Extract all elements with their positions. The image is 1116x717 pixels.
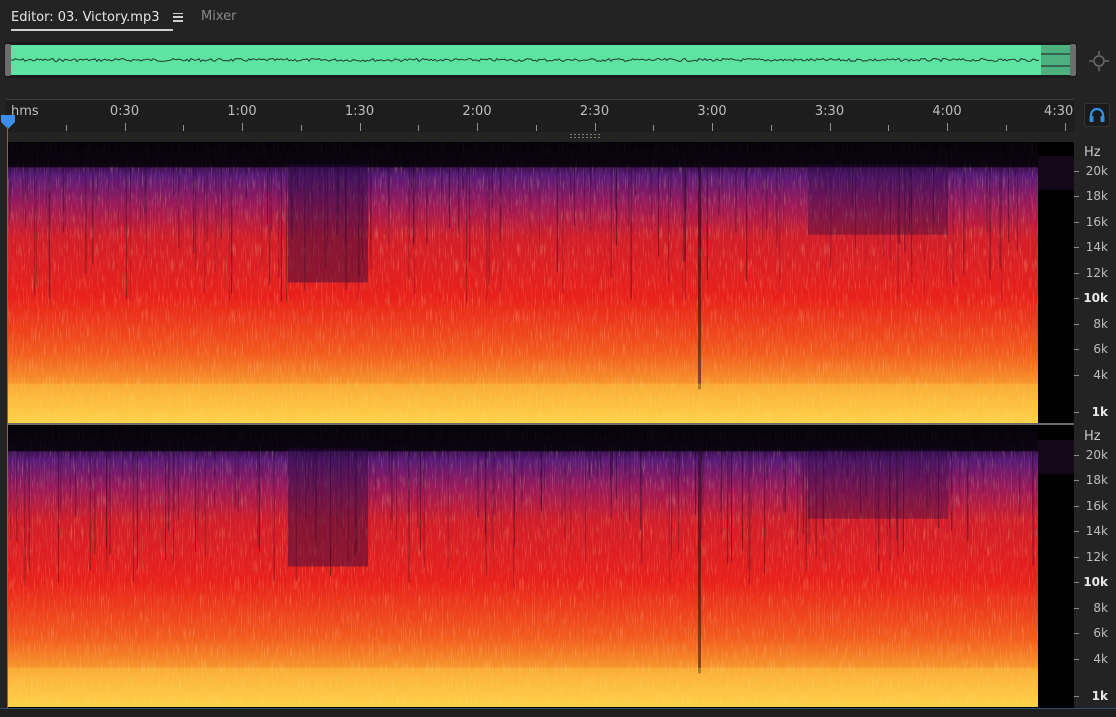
- status-strip: [0, 708, 1116, 717]
- frequency-tick: [1074, 506, 1079, 507]
- frequency-tick: [1074, 557, 1079, 558]
- ruler-tick: [477, 123, 478, 131]
- frequency-label: 18k: [1085, 189, 1108, 203]
- playhead-line: [7, 126, 8, 708]
- headphones-button[interactable]: [1084, 103, 1110, 127]
- frequency-unit-label: Hz: [1084, 429, 1101, 444]
- ruler-tick: [888, 125, 890, 131]
- ruler-tick: [947, 123, 948, 131]
- frequency-scale-top: Hz 20k 18k 16k 14k 12k 10k 8k 6k 4k 1k: [1074, 142, 1116, 424]
- ruler-time-label: 3:30: [814, 104, 845, 119]
- frequency-tick: [1074, 582, 1079, 583]
- ruler-tick: [65, 125, 67, 131]
- hamburger-icon[interactable]: [173, 12, 184, 22]
- frequency-label: 16k: [1085, 499, 1108, 513]
- frequency-tick: [1074, 633, 1079, 634]
- frequency-label: 12k: [1085, 550, 1108, 564]
- spectrogram-channel-top[interactable]: [8, 142, 1074, 423]
- ruler-tick: [242, 123, 243, 131]
- ruler-tick: [124, 123, 126, 131]
- ruler-tick: [359, 123, 361, 131]
- frequency-scale-bottom: Hz 20k 18k 16k 14k 12k 10k 8k 6k 4k 1k: [1074, 426, 1116, 708]
- overview-waveform-navigator[interactable]: [4, 42, 1077, 78]
- frequency-label: 12k: [1085, 266, 1108, 280]
- ruler-tick: [653, 125, 655, 131]
- overview-waveform[interactable]: [11, 45, 1073, 75]
- ruler-tick: [1064, 123, 1066, 131]
- frequency-tick: [1074, 298, 1079, 299]
- zoom-to-fit-icon[interactable]: [1088, 50, 1110, 72]
- frequency-label: 6k: [1093, 626, 1108, 640]
- ruler-time-label: 2:30: [579, 104, 610, 119]
- frequency-tick: [1074, 247, 1079, 248]
- frequency-label: 18k: [1085, 473, 1108, 487]
- frequency-tick: [1074, 659, 1079, 660]
- frequency-label: 8k: [1093, 601, 1108, 615]
- frequency-tick: [1074, 324, 1079, 325]
- ruler-tick: [418, 125, 420, 131]
- frequency-label: 16k: [1085, 215, 1108, 229]
- tab-editor-label: Editor: 03. Victory.mp3: [11, 9, 160, 25]
- frequency-label: 10k: [1083, 575, 1108, 589]
- frequency-tick: [1074, 412, 1079, 413]
- ruler-time-label: 3:00: [697, 104, 727, 119]
- frequency-tick: [1074, 273, 1079, 274]
- ruler-tick: [594, 123, 596, 131]
- frequency-tick: [1074, 608, 1079, 609]
- ruler-time-label: 1:00: [227, 104, 257, 119]
- time-ruler[interactable]: hms 0:30 1:00 1:30 2:00 2:30 3:00 3:30 4:00 4:30: [6, 99, 1074, 132]
- active-tab-underline: [11, 29, 173, 31]
- ruler-time-label: 0:30: [109, 104, 140, 119]
- frequency-tick: [1074, 196, 1079, 197]
- frequency-label: 4k: [1093, 368, 1108, 382]
- headphones-icon: [1089, 107, 1105, 122]
- audition-editor-window: Editor: 03. Victory.mp3 Mixer hms 0:30 1:…: [0, 0, 1116, 717]
- frequency-label: 14k: [1085, 240, 1108, 254]
- frequency-tick: [1074, 222, 1079, 223]
- frequency-label: 4k: [1093, 652, 1108, 666]
- ruler-time-label: 4:00: [932, 104, 962, 119]
- playhead-marker-icon[interactable]: [0, 114, 16, 130]
- ruler-tick: [1005, 125, 1007, 131]
- frequency-tick: [1074, 531, 1079, 532]
- frequency-label: 14k: [1085, 524, 1108, 538]
- panel-resize-grip[interactable]: [570, 134, 602, 138]
- spectral-display[interactable]: [8, 142, 1074, 708]
- frequency-label: 1k: [1091, 689, 1108, 703]
- frequency-label: 8k: [1093, 317, 1108, 331]
- frequency-tick: [1074, 455, 1079, 456]
- frequency-label: 1k: [1091, 405, 1108, 419]
- channel-separator: [8, 423, 1074, 425]
- ruler-tick: [300, 125, 302, 131]
- frequency-label: 20k: [1085, 448, 1108, 462]
- ruler-tick: [829, 123, 831, 131]
- frequency-tick: [1074, 171, 1079, 172]
- tab-mixer[interactable]: Mixer: [201, 6, 236, 28]
- ruler-tick: [183, 125, 185, 131]
- frequency-label: 20k: [1085, 164, 1108, 178]
- frequency-tick: [1074, 375, 1079, 376]
- ruler-tick: [770, 125, 772, 131]
- tab-editor[interactable]: Editor: 03. Victory.mp3: [11, 6, 184, 31]
- ruler-time-label: 1:30: [344, 104, 375, 119]
- frequency-unit-label: Hz: [1084, 145, 1101, 160]
- ruler-tick: [535, 125, 537, 131]
- frequency-label: 6k: [1093, 342, 1108, 356]
- overview-right-handle[interactable]: [1070, 44, 1076, 76]
- frequency-tick: [1074, 696, 1079, 697]
- frequency-tick: [1074, 480, 1079, 481]
- frequency-label: 10k: [1083, 291, 1108, 305]
- ruler-time-label: 2:00: [462, 104, 492, 119]
- panel-tab-bar: Editor: 03. Victory.mp3 Mixer: [0, 0, 1116, 36]
- ruler-time-label: 4:30: [1044, 104, 1074, 119]
- ruler-tick: [712, 123, 713, 131]
- spectrogram-channel-bottom[interactable]: [8, 426, 1074, 707]
- frequency-tick: [1074, 349, 1079, 350]
